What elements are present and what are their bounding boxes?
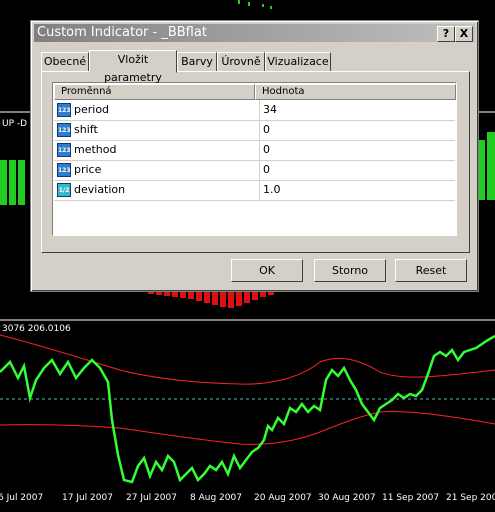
dialog-titlebar[interactable]: Custom Indicator - _BBflat ? X — [34, 24, 475, 42]
param-value[interactable]: 0 — [259, 120, 453, 140]
ok-button[interactable]: OK — [231, 259, 303, 282]
param-value[interactable]: 34 — [259, 100, 453, 120]
price-line — [0, 334, 495, 484]
date-label: 20 Aug 2007 — [254, 493, 312, 503]
cancel-button[interactable]: Storno — [314, 259, 386, 282]
help-button[interactable]: ? — [437, 26, 455, 42]
param-name: period — [74, 103, 110, 116]
table-row[interactable]: 123 shift 0 — [54, 120, 455, 141]
date-label: 21 Sep 2007 — [446, 493, 495, 503]
reset-button[interactable]: Reset — [395, 259, 467, 282]
custom-indicator-dialog: Custom Indicator - _BBflat ? X Obecné Vl… — [30, 20, 479, 292]
indicator-label: UP -D — [2, 119, 28, 129]
date-label: 8 Aug 2007 — [190, 493, 242, 503]
date-label: 27 Jul 2007 — [126, 493, 177, 503]
param-name: deviation — [74, 183, 126, 196]
tab-obecne[interactable]: Obecné — [41, 52, 89, 72]
integer-type-icon: 123 — [57, 103, 71, 117]
tab-vlozit-parametry[interactable]: Vložit parametry — [89, 50, 177, 84]
param-name: price — [74, 163, 102, 176]
column-header-value[interactable]: Hodnota — [255, 84, 456, 100]
date-label: 6 Jul 2007 — [0, 493, 44, 503]
lower-band — [0, 411, 495, 445]
close-button[interactable]: X — [455, 26, 473, 42]
param-name: shift — [74, 123, 98, 136]
parameters-panel: Proměnná Hodnota 123 period 34 123 shift… — [41, 71, 470, 253]
top-indicator-dots — [238, 0, 272, 9]
tab-urovne[interactable]: Úrovně — [217, 52, 265, 72]
table-row[interactable]: 1/2 deviation 1.0 — [54, 180, 455, 201]
integer-type-icon: 123 — [57, 163, 71, 177]
histogram-down — [148, 291, 274, 308]
tab-barvy[interactable]: Barvy — [177, 52, 217, 72]
param-value[interactable]: 1.0 — [259, 180, 453, 200]
param-name: method — [74, 143, 117, 156]
date-label: 11 Sep 2007 — [382, 493, 440, 503]
histogram-right — [478, 132, 495, 200]
param-value[interactable]: 0 — [259, 160, 453, 180]
tab-vizualizace[interactable]: Vizualizace — [265, 52, 331, 72]
param-value[interactable]: 0 — [259, 140, 453, 160]
double-type-icon: 1/2 — [57, 183, 71, 197]
parameters-table: Proměnná Hodnota 123 period 34 123 shift… — [52, 82, 457, 236]
table-row[interactable]: 123 price 0 — [54, 160, 455, 181]
dialog-title: Custom Indicator - _BBflat — [37, 25, 207, 40]
price-readout: 3076 206.0106 — [2, 324, 71, 334]
table-row[interactable]: 123 method 0 — [54, 140, 455, 161]
integer-type-icon: 123 — [57, 123, 71, 137]
integer-type-icon: 123 — [57, 143, 71, 157]
date-label: 30 Aug 2007 — [318, 493, 376, 503]
histogram-left — [0, 160, 25, 205]
date-label: 17 Jul 2007 — [62, 493, 113, 503]
table-row[interactable]: 123 period 34 — [54, 100, 455, 121]
